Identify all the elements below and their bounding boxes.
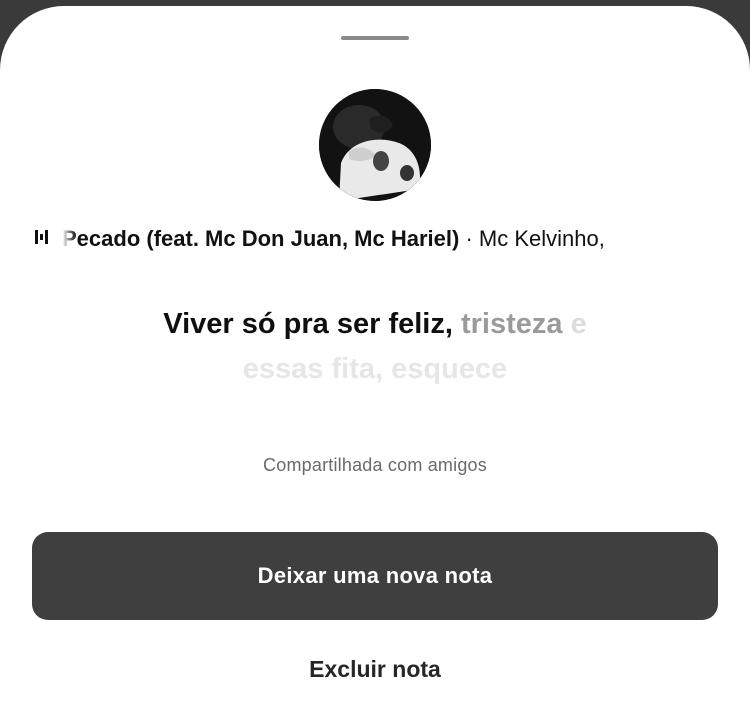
- lyrics-line-2: essas fita, esquece: [242, 353, 508, 385]
- lyrics-active: Viver só pra ser feliz,: [163, 308, 453, 340]
- leave-new-note-button[interactable]: Deixar uma nova nota: [32, 532, 718, 620]
- audience-label: Compartilhada com amigos: [263, 455, 487, 475]
- drag-handle[interactable]: [341, 36, 409, 40]
- track-artist: Mc Kelvinho,: [478, 226, 605, 251]
- track-separator: ·: [465, 226, 473, 251]
- track-title: Pecado (feat. Mc Don Juan, Mc Hariel): [62, 226, 460, 251]
- delete-note-button[interactable]: Excluir nota: [0, 656, 750, 683]
- lyrics-next: tristeza: [460, 308, 563, 340]
- lyrics-fade: e: [570, 308, 587, 340]
- lyrics-line-1: Viver só pra ser feliz, tristeza e: [80, 302, 670, 347]
- track-info: Pecado (feat. Mc Don Juan, Mc Hariel) · …: [62, 226, 710, 252]
- lyrics: Viver só pra ser feliz, tristeza e essas…: [80, 302, 670, 392]
- music-bars-icon: [35, 230, 48, 244]
- bottom-sheet: Pecado (feat. Mc Don Juan, Mc Hariel) · …: [0, 6, 750, 724]
- music-track-row[interactable]: Pecado (feat. Mc Don Juan, Mc Hariel) · …: [0, 220, 750, 260]
- avatar: [319, 89, 431, 201]
